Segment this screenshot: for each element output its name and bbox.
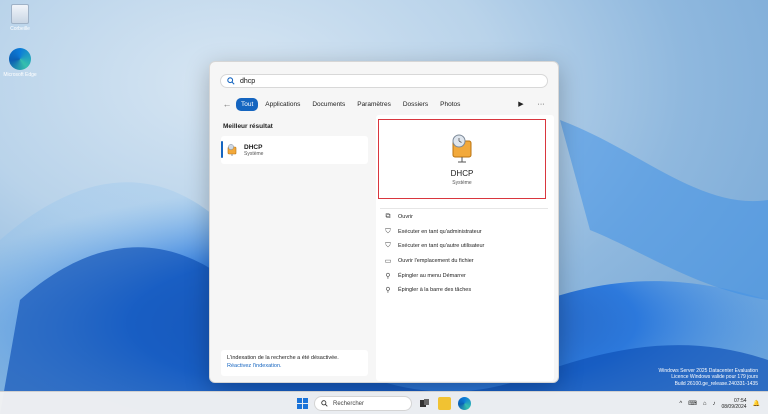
action-label: Exécuter en tant qu'administrateur bbox=[398, 228, 482, 235]
watermark-line: Licence Windows valide pour 179 jours bbox=[671, 374, 758, 381]
indexing-notice-text: L'indexation de la recherche a été désac… bbox=[227, 355, 339, 361]
desktop-icon-label: Microsoft Edge bbox=[3, 72, 37, 78]
tab-dossiers[interactable]: Dossiers bbox=[398, 98, 433, 111]
detail-hero[interactable]: DHCP Système bbox=[378, 119, 546, 199]
folder-icon: ▭ bbox=[384, 258, 392, 266]
shield-icon: ⛉ bbox=[385, 227, 391, 235]
result-name: DHCP bbox=[244, 143, 263, 151]
action-open[interactable]: ⧉ Ouvrir bbox=[384, 210, 549, 225]
os-watermark: Windows Server 2025 Datacenter Evaluatio… bbox=[659, 368, 759, 387]
action-label: Ouvrir bbox=[398, 214, 413, 221]
best-result-heading: Meilleur résultat bbox=[223, 123, 273, 130]
pin-icon: ⚲ bbox=[385, 287, 391, 295]
taskbar-search-placeholder: Rechercher bbox=[333, 400, 365, 407]
pin-icon: ⚲ bbox=[385, 272, 391, 280]
desktop-icon-recycle-bin[interactable]: Corbeille bbox=[0, 4, 40, 32]
action-pin-to-taskbar[interactable]: ⚲ Épingler à la barre des tâches bbox=[384, 283, 549, 298]
clock-date: 08/09/2024 bbox=[721, 403, 747, 410]
action-open-file-location[interactable]: ▭ Ouvrir l'emplacement du fichier bbox=[384, 254, 549, 269]
user-icon: ⛉ bbox=[385, 242, 391, 250]
filter-tabs: ← Tout Applications Documents Paramètres… bbox=[220, 96, 550, 112]
tray-chevron-icon[interactable]: ^ bbox=[679, 401, 682, 407]
tab-documents[interactable]: Documents bbox=[307, 98, 350, 111]
indexing-notice: L'indexation de la recherche a été désac… bbox=[221, 350, 368, 376]
divider bbox=[380, 208, 548, 209]
dhcp-server-icon bbox=[452, 134, 472, 162]
search-query: dhcp bbox=[240, 77, 256, 85]
search-input[interactable]: dhcp bbox=[220, 74, 548, 88]
dhcp-server-icon bbox=[227, 144, 237, 156]
taskbar: Rechercher ^ ⌨ ⌂ ♪ 07:54 08/09/2024 🔔 bbox=[0, 391, 768, 414]
more-options-icon[interactable]: ··· bbox=[532, 101, 550, 108]
start-button[interactable] bbox=[297, 398, 308, 409]
best-result-item[interactable]: DHCP Système bbox=[221, 136, 368, 164]
network-icon[interactable]: ⌂ bbox=[703, 401, 707, 407]
tab-photos[interactable]: Photos bbox=[435, 98, 465, 111]
clock[interactable]: 07:54 08/09/2024 bbox=[721, 398, 746, 410]
edge-icon bbox=[9, 48, 31, 70]
reenable-indexing-link[interactable]: Réactivez l'indexation. bbox=[227, 362, 362, 370]
search-panel: dhcp ← Tout Applications Documents Param… bbox=[209, 61, 559, 383]
open-icon: ⧉ bbox=[385, 213, 391, 221]
back-arrow-icon[interactable]: ← bbox=[220, 99, 234, 109]
tab-parametres[interactable]: Paramètres bbox=[352, 98, 396, 111]
action-list: ⧉ Ouvrir ⛉ Exécuter en tant qu'administr… bbox=[384, 210, 549, 298]
desktop-icon-edge[interactable]: Microsoft Edge bbox=[0, 48, 40, 78]
action-run-as-admin[interactable]: ⛉ Exécuter en tant qu'administrateur bbox=[384, 225, 549, 240]
keyboard-icon[interactable]: ⌨ bbox=[688, 400, 697, 407]
recycle-bin-icon bbox=[11, 4, 29, 24]
desktop-icon-label: Corbeille bbox=[10, 26, 30, 32]
detail-pane: DHCP Système ⧉ Ouvrir ⛉ Exécuter en tant… bbox=[376, 115, 554, 381]
play-icon[interactable]: ▶ bbox=[512, 100, 530, 108]
task-view-icon[interactable] bbox=[418, 397, 431, 410]
file-explorer-icon[interactable] bbox=[438, 397, 451, 410]
action-label: Épingler au menu Démarrer bbox=[398, 272, 466, 279]
search-icon bbox=[321, 400, 328, 407]
tab-applications[interactable]: Applications bbox=[260, 98, 305, 111]
watermark-line: Build 26100.ge_release.240331-1435 bbox=[674, 380, 758, 387]
notifications-icon[interactable]: 🔔 bbox=[753, 400, 760, 407]
tab-tout[interactable]: Tout bbox=[236, 97, 259, 111]
result-type: Système bbox=[244, 150, 264, 157]
search-icon bbox=[227, 77, 235, 85]
edge-icon[interactable] bbox=[458, 397, 471, 410]
action-label: Épingler à la barre des tâches bbox=[398, 287, 472, 294]
action-run-as-other-user[interactable]: ⛉ Exécuter en tant qu'autre utilisateur bbox=[384, 239, 549, 254]
action-label: Exécuter en tant qu'autre utilisateur bbox=[398, 243, 485, 250]
detail-title: DHCP bbox=[450, 168, 474, 178]
system-tray: ^ ⌨ ⌂ ♪ 07:54 08/09/2024 🔔 bbox=[679, 396, 760, 411]
action-pin-to-start[interactable]: ⚲ Épingler au menu Démarrer bbox=[384, 268, 549, 283]
detail-type: Système bbox=[452, 179, 472, 186]
action-label: Ouvrir l'emplacement du fichier bbox=[398, 258, 474, 265]
volume-icon[interactable]: ♪ bbox=[712, 401, 715, 407]
taskbar-search-box[interactable]: Rechercher bbox=[314, 396, 412, 411]
